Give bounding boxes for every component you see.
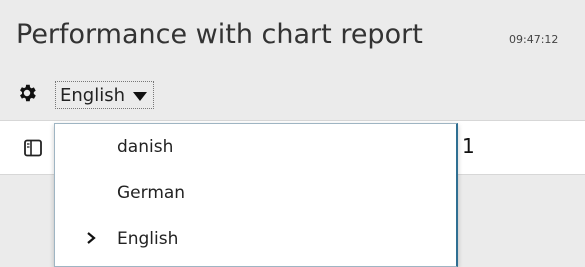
toolbar: English bbox=[0, 75, 585, 119]
language-option-danish[interactable]: danish bbox=[55, 124, 456, 170]
page-title: Performance with chart report bbox=[16, 19, 423, 50]
book-icon[interactable] bbox=[24, 139, 42, 157]
language-dropdown[interactable]: English bbox=[55, 81, 154, 109]
language-option-german[interactable]: German bbox=[55, 170, 456, 216]
row-value: 1 bbox=[462, 134, 475, 158]
chevron-right-icon bbox=[87, 232, 96, 244]
caret-down-icon bbox=[133, 91, 147, 101]
language-option-english[interactable]: English bbox=[55, 216, 456, 262]
report-header: Performance with chart report 09:47:12 bbox=[0, 0, 585, 68]
language-selected-label: English bbox=[60, 84, 125, 106]
report-timestamp: 09:47:12 bbox=[509, 33, 559, 46]
language-option-label: danish bbox=[117, 137, 174, 157]
language-option-label: English bbox=[117, 229, 179, 249]
language-menu: danish German English bbox=[54, 123, 458, 267]
gear-icon[interactable] bbox=[16, 82, 38, 104]
language-option-label: German bbox=[117, 183, 186, 203]
